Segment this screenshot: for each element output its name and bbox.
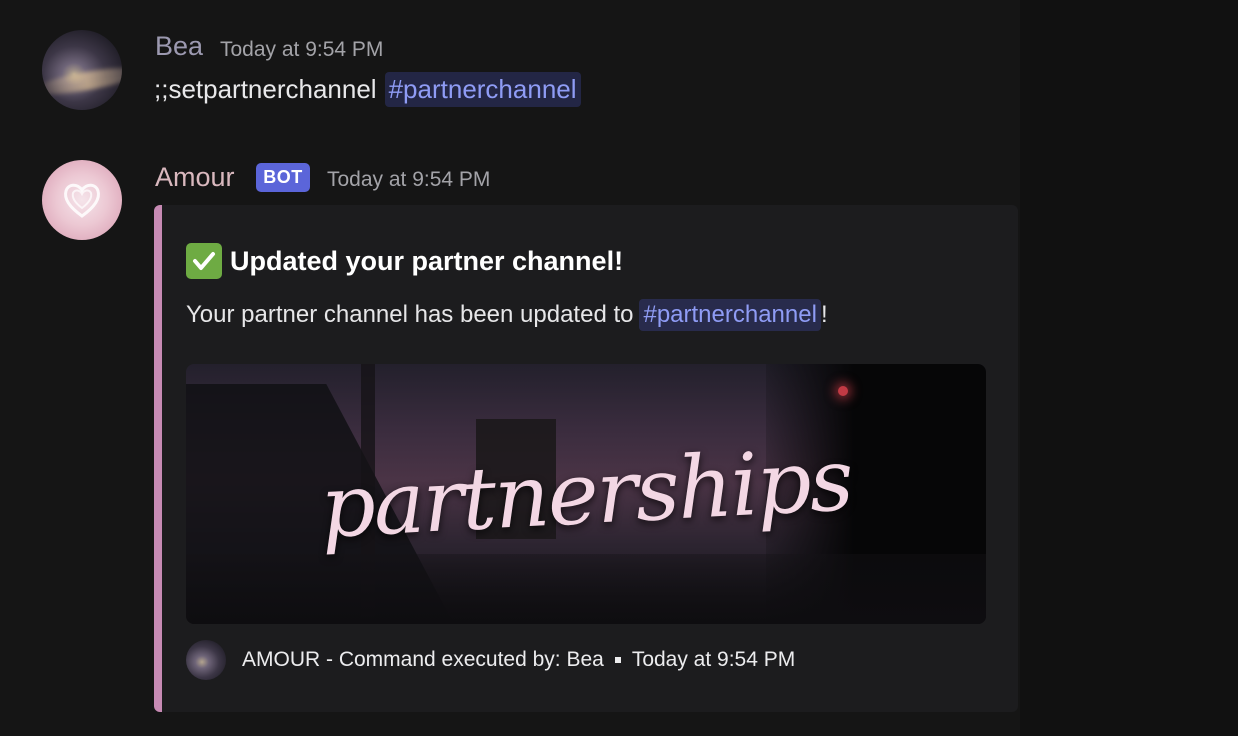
bea-avatar[interactable] xyxy=(42,30,122,110)
embed: Updated your partner channel! Your partn… xyxy=(154,205,1018,712)
bea-username[interactable]: Bea xyxy=(155,31,203,62)
amour-username[interactable]: Amour xyxy=(155,162,235,193)
bea-message-content: ;;setpartnerchannel #partnerchannel xyxy=(154,72,581,107)
amour-timestamp: Today at 9:54 PM xyxy=(327,168,491,191)
embed-image[interactable]: partnerships xyxy=(186,364,986,624)
chat-area: Bea Today at 9:54 PM ;;setpartnerchannel… xyxy=(0,0,1020,736)
embed-footer: AMOUR - Command executed by: Bea Today a… xyxy=(186,640,795,680)
footer-timestamp: Today at 9:54 PM xyxy=(631,648,796,671)
embed-description-prefix: Your partner channel has been updated to xyxy=(186,301,634,328)
bot-badge: BOT xyxy=(256,163,310,192)
bea-timestamp: Today at 9:54 PM xyxy=(220,38,384,61)
embed-title-text: Updated your partner channel! xyxy=(230,245,624,276)
embed-accent-bar xyxy=(154,205,162,712)
amour-avatar[interactable] xyxy=(42,160,122,240)
embed-title: Updated your partner channel! xyxy=(186,243,623,279)
footer-text: AMOUR - Command executed by: Bea xyxy=(242,648,604,671)
right-pane xyxy=(1020,0,1238,736)
embed-description: Your partner channel has been updated to… xyxy=(186,299,828,331)
embed-description-suffix: ! xyxy=(820,301,828,328)
footer-separator xyxy=(614,657,621,663)
heart-icon xyxy=(64,183,100,218)
channel-mention[interactable]: #partnerchannel xyxy=(384,72,581,107)
image-script-text: partnerships xyxy=(317,430,855,558)
embed-channel-mention[interactable]: #partnerchannel xyxy=(639,299,821,331)
footer-avatar xyxy=(186,640,226,680)
check-mark-icon xyxy=(186,243,222,279)
bea-message-text: ;;setpartnerchannel xyxy=(154,74,377,104)
